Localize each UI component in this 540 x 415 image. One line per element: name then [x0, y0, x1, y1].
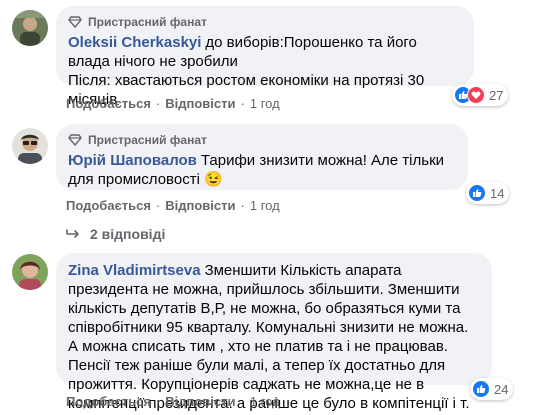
comment-text: Юрій Шаповалов Тарифи знизити можна! Але … [68, 151, 456, 189]
top-fan-badge: Пристрасний фанат [68, 14, 462, 30]
replies-count-label: 2 відповіді [90, 226, 166, 242]
comment-bubble: Пристрасний фанат Oleksii Cherkaskyi до в… [56, 6, 474, 108]
reactions-summary[interactable]: 24 [470, 378, 514, 400]
separator-dot: · [240, 394, 245, 409]
comment-body: Зменшити Кількість апарата президента не… [68, 262, 470, 415]
top-fan-badge: Пристрасний фанат [68, 132, 456, 148]
comment-actions: Подобається · Відповісти · 1 год [66, 96, 280, 111]
avatar[interactable] [12, 10, 48, 46]
reaction-count: 14 [490, 185, 505, 201]
comment-bubble: Zina Vladimirtseva Зменшити Кількість апа… [56, 253, 492, 415]
love-reaction-icon [467, 86, 485, 104]
separator-dot: · [155, 96, 161, 111]
like-link[interactable]: Подобається [66, 198, 151, 213]
reply-link[interactable]: Відповісти [165, 96, 235, 111]
timestamp[interactable]: 1 год [250, 96, 280, 111]
like-link[interactable]: Подобається [66, 96, 151, 111]
comment-text: Zina Vladimirtseva Зменшити Кількість апа… [68, 261, 480, 415]
like-reaction-icon [472, 380, 490, 398]
timestamp[interactable]: 1 год [250, 394, 280, 409]
reaction-count: 24 [494, 381, 509, 397]
reactions-summary[interactable]: 14 [466, 182, 510, 204]
diamond-icon [68, 133, 82, 147]
like-reaction-icon [468, 184, 486, 202]
reply-link[interactable]: Відповісти [165, 394, 235, 409]
reaction-count: 27 [489, 87, 504, 103]
author-link[interactable]: Zina Vladimirtseva [68, 262, 201, 279]
author-link[interactable]: Юрій Шаповалов [68, 152, 197, 169]
separator-dot: · [155, 394, 161, 409]
view-replies-link[interactable]: 2 відповіді [66, 226, 165, 242]
separator-dot: · [155, 198, 161, 213]
separator-dot: · [240, 96, 245, 111]
diamond-icon [68, 15, 82, 29]
like-link[interactable]: Подобається [66, 394, 151, 409]
comment-actions: Подобається · Відповісти · 1 год [66, 394, 280, 409]
badge-label: Пристрасний фанат [88, 133, 207, 147]
timestamp[interactable]: 1 год [250, 198, 280, 213]
separator-dot: · [240, 198, 245, 213]
comment-bubble: Пристрасний фанат Юрій Шаповалов Тарифи з… [56, 124, 468, 190]
author-link[interactable]: Oleksii Cherkaskyi [68, 34, 201, 51]
avatar[interactable] [12, 128, 48, 164]
badge-label: Пристрасний фанат [88, 15, 207, 29]
avatar[interactable] [12, 254, 48, 290]
reply-arrow-icon [66, 226, 80, 242]
reply-link[interactable]: Відповісти [165, 198, 235, 213]
comment-actions: Подобається · Відповісти · 1 год [66, 198, 280, 213]
reactions-summary[interactable]: 27 [452, 84, 509, 106]
